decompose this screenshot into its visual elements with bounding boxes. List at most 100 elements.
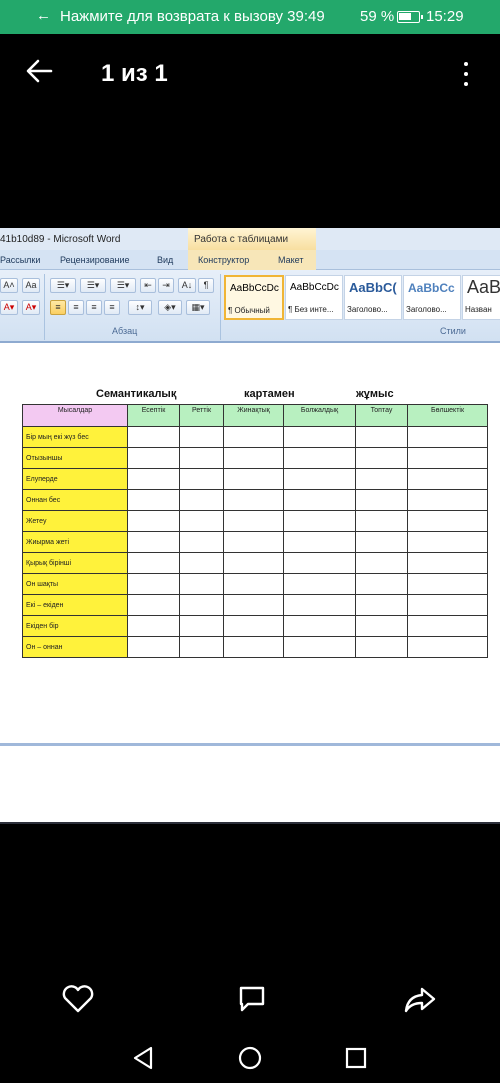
share-icon[interactable]	[402, 984, 438, 1014]
empty-cell	[223, 531, 284, 553]
empty-cell	[127, 615, 180, 637]
column-header: Мысалдар	[22, 404, 128, 427]
tab-review: Рецензирование	[60, 255, 130, 265]
table-row: Екіден бір	[22, 615, 488, 637]
row-label: Қырық бірінші	[22, 552, 128, 574]
clear-format-icon: Aa	[22, 278, 40, 293]
heart-icon[interactable]	[60, 984, 96, 1014]
empty-cell	[407, 468, 488, 490]
style-normal: AaBbCcDc ¶ Обычный	[224, 275, 284, 320]
row-label: Бір мың екі жүз бес	[22, 426, 128, 448]
worksheet-heading-3: жұмыс	[356, 388, 394, 400]
empty-cell	[179, 468, 224, 490]
document-margin	[0, 746, 500, 824]
status-bar[interactable]: ← Нажмите для возврата к вызову 39:49 59…	[0, 0, 500, 34]
line-spacing-icon: ↕▾	[128, 300, 152, 315]
table-row: Он шақты	[22, 573, 488, 595]
style-heading-2: AaBbCc Заголово...	[403, 275, 461, 320]
table-row: Бір мың екі жүз бес	[22, 426, 488, 448]
nav-recents-icon[interactable]	[345, 1047, 367, 1069]
empty-cell	[407, 594, 488, 616]
justify-icon: ≡	[104, 300, 120, 315]
empty-cell	[223, 489, 284, 511]
text-color-icon: A▾	[0, 300, 18, 315]
column-header: Бөлшектік	[407, 404, 488, 427]
row-label: Он шақты	[22, 573, 128, 595]
empty-cell	[407, 510, 488, 532]
row-label: Екіден бір	[22, 615, 128, 637]
row-label: Он – оннан	[22, 636, 128, 658]
empty-cell	[179, 552, 224, 574]
empty-cell	[355, 447, 408, 469]
word-title-bar: 41b10d89 - Microsoft Word Работа с табли…	[0, 228, 500, 250]
image-counter: 1 из 1	[101, 60, 168, 87]
empty-cell	[223, 573, 284, 595]
empty-cell	[407, 426, 488, 448]
viewer-actions	[0, 960, 500, 1030]
shading-icon: ◈▾	[158, 300, 182, 315]
column-header: Топтау	[355, 404, 408, 427]
style-heading-1: AaBbC( Заголово...	[344, 275, 402, 320]
empty-cell	[179, 531, 224, 553]
empty-cell	[223, 426, 284, 448]
empty-cell	[407, 489, 488, 511]
empty-cell	[127, 552, 180, 574]
empty-cell	[355, 489, 408, 511]
empty-cell	[407, 447, 488, 469]
empty-cell	[283, 552, 356, 574]
empty-cell	[283, 468, 356, 490]
tab-design: Конструктор	[198, 255, 250, 265]
battery-icon	[397, 11, 423, 23]
align-right-icon: ≡	[86, 300, 102, 315]
empty-cell	[355, 510, 408, 532]
column-header: Жинақтық	[223, 404, 284, 427]
more-vert-icon[interactable]	[458, 60, 474, 88]
tab-view: Вид	[157, 255, 174, 265]
empty-cell	[407, 531, 488, 553]
empty-cell	[127, 489, 180, 511]
empty-cell	[179, 510, 224, 532]
empty-cell	[283, 510, 356, 532]
table-row: Жетеу	[22, 510, 488, 532]
empty-cell	[179, 594, 224, 616]
empty-cell	[179, 615, 224, 637]
empty-cell	[283, 594, 356, 616]
styles-group-label: Стили	[440, 326, 466, 336]
numbering-icon: ☰▾	[80, 278, 106, 293]
borders-icon: ▦▾	[186, 300, 210, 315]
font-color-icon: A▾	[22, 300, 40, 315]
column-header: Болжалдық	[283, 404, 356, 427]
nav-home-icon[interactable]	[238, 1046, 262, 1070]
table-row: Отызыншы	[22, 447, 488, 469]
empty-cell	[355, 468, 408, 490]
style-title: AaB Назван	[462, 275, 500, 320]
decrease-indent-icon: ⇤	[140, 278, 156, 293]
row-label: Жетеу	[22, 510, 128, 532]
nav-back-icon[interactable]	[132, 1046, 154, 1070]
empty-cell	[355, 615, 408, 637]
empty-cell	[407, 573, 488, 595]
comment-icon[interactable]	[234, 984, 270, 1014]
table-row: Оннан бес	[22, 489, 488, 511]
document-photo[interactable]: 41b10d89 - Microsoft Word Работа с табли…	[0, 228, 500, 824]
row-label: Жиырма жеті	[22, 531, 128, 553]
table-row: Жиырма жеті	[22, 531, 488, 553]
empty-cell	[179, 573, 224, 595]
return-to-call-text[interactable]: Нажмите для возврата к вызову 39:49	[60, 8, 325, 25]
return-arrow-icon: ←	[36, 7, 51, 24]
tab-layout: Макет	[278, 255, 304, 265]
table-header-row: Мысалдар Есептік Реттік Жинақтық Болжалд…	[22, 404, 488, 427]
table-row: Елуперде	[22, 468, 488, 490]
empty-cell	[127, 447, 180, 469]
battery-percentage: 59 %	[360, 8, 395, 25]
align-center-icon: ≡	[68, 300, 84, 315]
multilevel-list-icon: ☰▾	[110, 278, 136, 293]
empty-cell	[407, 552, 488, 574]
empty-cell	[179, 426, 224, 448]
empty-cell	[223, 552, 284, 574]
empty-cell	[179, 447, 224, 469]
arrow-left-icon[interactable]	[24, 56, 54, 86]
empty-cell	[179, 636, 224, 658]
empty-cell	[283, 573, 356, 595]
empty-cell	[407, 636, 488, 658]
